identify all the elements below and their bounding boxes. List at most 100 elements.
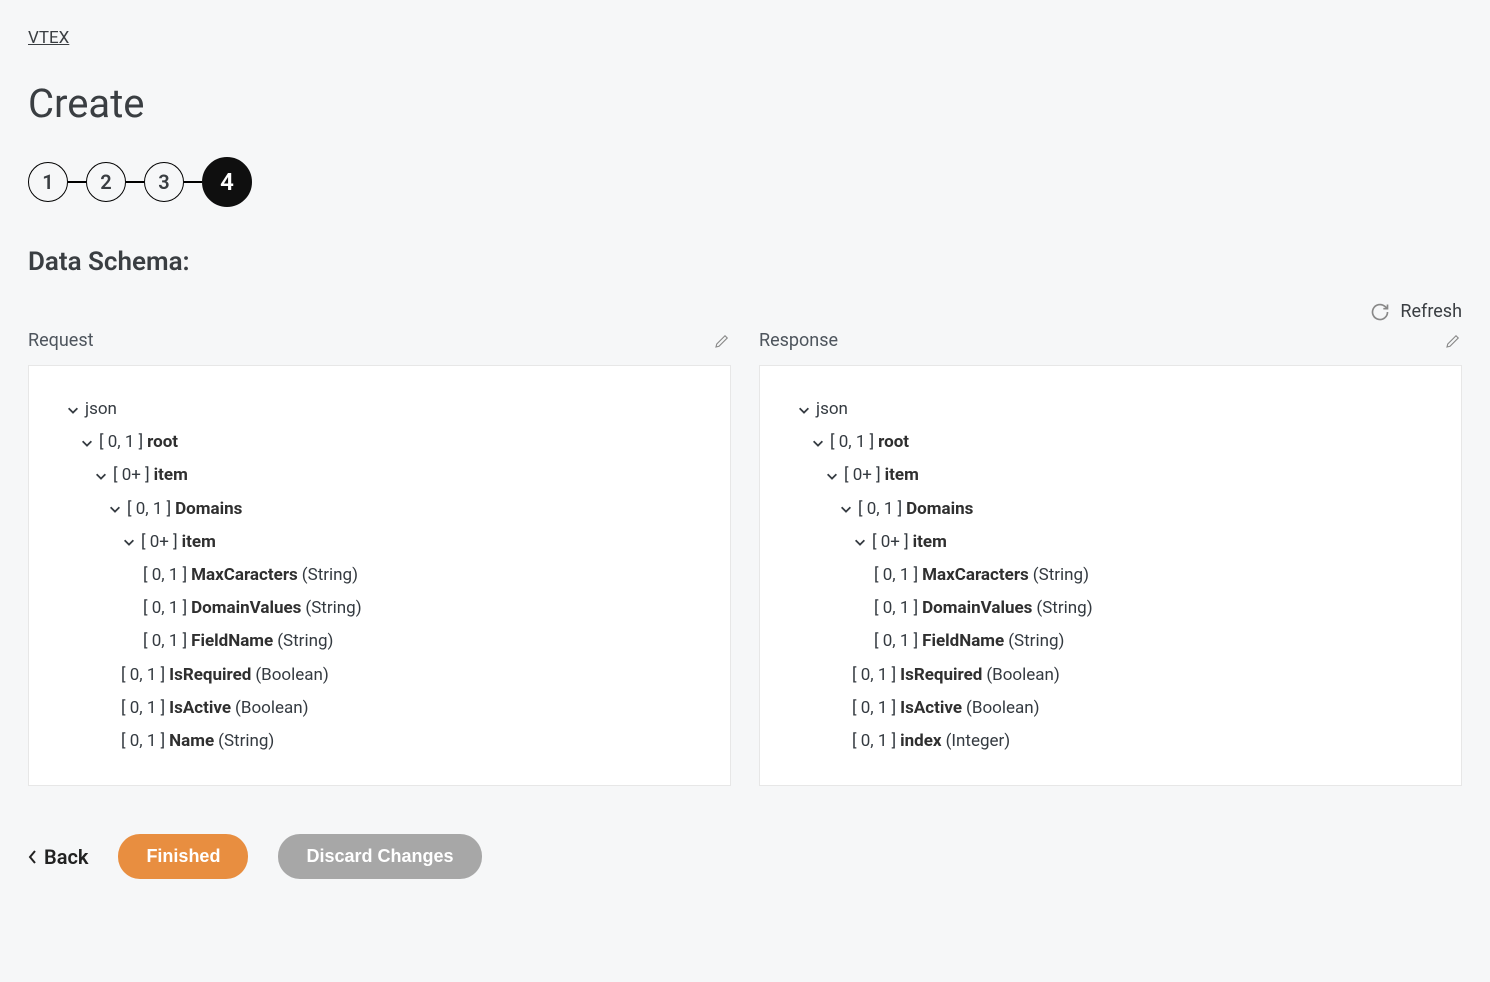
step-connector (68, 181, 86, 183)
node-type: (Boolean) (235, 695, 309, 722)
back-button[interactable]: Back (28, 845, 88, 869)
node-cardinality: [ 0, 1 ] (874, 628, 918, 655)
node-name: Domains (175, 496, 242, 523)
chevron-down-icon[interactable] (810, 435, 826, 451)
page-title: Create (28, 80, 1462, 127)
node-name: Domains (906, 496, 973, 523)
node-type: (String) (218, 728, 274, 755)
tree-node-root: json (796, 396, 1425, 423)
node-name: item (182, 529, 216, 556)
chevron-down-icon[interactable] (796, 402, 812, 418)
node-cardinality: [ 0, 1 ] (143, 595, 187, 622)
tree-node: [ 0, 1 ] FieldName (String) (65, 628, 694, 655)
step-3[interactable]: 3 (144, 162, 184, 202)
node-cardinality: [ 0+ ] (113, 462, 150, 489)
chevron-down-icon[interactable] (824, 468, 840, 484)
back-label: Back (44, 845, 88, 869)
node-type: (Boolean) (966, 695, 1040, 722)
node-type: (String) (305, 595, 361, 622)
step-4[interactable]: 4 (202, 157, 252, 207)
step-1[interactable]: 1 (28, 162, 68, 202)
chevron-down-icon[interactable] (93, 468, 109, 484)
node-cardinality: [ 0, 1 ] (121, 728, 165, 755)
node-name: DomainValues (922, 595, 1032, 622)
tree-node: [ 0, 1 ] root (796, 429, 1425, 456)
node-type: (String) (1008, 628, 1064, 655)
breadcrumb-link[interactable]: VTEX (28, 28, 69, 48)
step-connector (184, 181, 202, 183)
tree-node: [ 0, 1 ] IsActive (Boolean) (796, 695, 1425, 722)
node-label: json (85, 396, 117, 423)
chevron-down-icon[interactable] (121, 534, 137, 550)
request-label: Request (28, 330, 94, 351)
request-header: Request (28, 330, 731, 351)
tree-node: [ 0, 1 ] index (Integer) (796, 728, 1425, 755)
discard-button[interactable]: Discard Changes (278, 834, 481, 879)
node-cardinality: [ 0, 1 ] (127, 496, 171, 523)
node-name: index (900, 728, 941, 755)
tree-node: [ 0, 1 ] IsRequired (Boolean) (65, 662, 694, 689)
tree-node: [ 0, 1 ] DomainValues (String) (65, 595, 694, 622)
tree-node: [ 0, 1 ] root (65, 429, 694, 456)
tree-node: [ 0, 1 ] MaxCaracters (String) (796, 562, 1425, 589)
chevron-down-icon[interactable] (838, 501, 854, 517)
node-name: root (878, 429, 909, 456)
chevron-down-icon[interactable] (852, 534, 868, 550)
node-cardinality: [ 0, 1 ] (830, 429, 874, 456)
node-cardinality: [ 0, 1 ] (143, 562, 187, 589)
node-name: DomainValues (191, 595, 301, 622)
stepper: 1 2 3 4 (28, 157, 1462, 207)
node-name: root (147, 429, 178, 456)
node-cardinality: [ 0+ ] (844, 462, 881, 489)
node-name: IsRequired (169, 662, 251, 689)
tree-node-root: json (65, 396, 694, 423)
node-name: MaxCaracters (191, 562, 298, 589)
node-cardinality: [ 0, 1 ] (852, 695, 896, 722)
node-type: (String) (302, 562, 358, 589)
node-name: IsActive (900, 695, 962, 722)
response-column: Response json [ 0, 1 ] root [ 0+ ] item … (759, 330, 1462, 786)
edit-icon[interactable] (1444, 332, 1462, 350)
node-name: FieldName (191, 628, 273, 655)
tree-node: [ 0, 1 ] Name (String) (65, 728, 694, 755)
node-name: item (154, 462, 188, 489)
request-column: Request json [ 0, 1 ] root [ 0+ ] item [… (28, 330, 731, 786)
node-type: (Boolean) (986, 662, 1060, 689)
response-label: Response (759, 330, 838, 351)
step-connector (126, 181, 144, 183)
chevron-down-icon[interactable] (107, 501, 123, 517)
refresh-button[interactable]: Refresh (1370, 301, 1462, 322)
node-name: FieldName (922, 628, 1004, 655)
node-cardinality: [ 0, 1 ] (874, 595, 918, 622)
node-name: IsActive (169, 695, 231, 722)
tree-node: [ 0, 1 ] IsRequired (Boolean) (796, 662, 1425, 689)
node-type: (String) (277, 628, 333, 655)
node-type: (Boolean) (255, 662, 329, 689)
node-cardinality: [ 0, 1 ] (99, 429, 143, 456)
node-cardinality: [ 0, 1 ] (874, 562, 918, 589)
chevron-down-icon[interactable] (79, 435, 95, 451)
node-name: Name (169, 728, 214, 755)
finished-button[interactable]: Finished (118, 834, 248, 879)
node-cardinality: [ 0, 1 ] (121, 662, 165, 689)
node-type: (String) (1033, 562, 1089, 589)
request-panel: json [ 0, 1 ] root [ 0+ ] item [ 0, 1 ] … (28, 365, 731, 786)
tree-node: [ 0, 1 ] IsActive (Boolean) (65, 695, 694, 722)
edit-icon[interactable] (713, 332, 731, 350)
tree-node: [ 0, 1 ] FieldName (String) (796, 628, 1425, 655)
node-cardinality: [ 0, 1 ] (121, 695, 165, 722)
tree-node: [ 0, 1 ] DomainValues (String) (796, 595, 1425, 622)
refresh-icon (1370, 302, 1390, 322)
tree-node: [ 0+ ] item (796, 529, 1425, 556)
node-cardinality: [ 0, 1 ] (143, 628, 187, 655)
chevron-down-icon[interactable] (65, 402, 81, 418)
node-cardinality: [ 0, 1 ] (858, 496, 902, 523)
section-title: Data Schema: (28, 247, 1462, 277)
response-panel: json [ 0, 1 ] root [ 0+ ] item [ 0, 1 ] … (759, 365, 1462, 786)
node-cardinality: [ 0, 1 ] (852, 662, 896, 689)
node-label: json (816, 396, 848, 423)
step-2[interactable]: 2 (86, 162, 126, 202)
node-cardinality: [ 0, 1 ] (852, 728, 896, 755)
node-type: (String) (1036, 595, 1092, 622)
tree-node: [ 0, 1 ] MaxCaracters (String) (65, 562, 694, 589)
